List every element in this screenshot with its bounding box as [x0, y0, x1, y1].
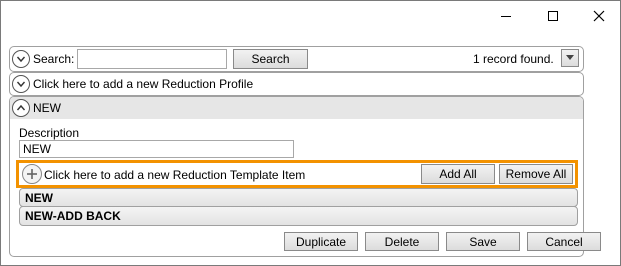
template-item-row[interactable]: NEW — [19, 188, 578, 207]
add-profile-toggle[interactable] — [12, 75, 30, 93]
add-all-button[interactable]: Add All — [421, 164, 495, 184]
chevron-up-icon — [16, 104, 26, 111]
save-button[interactable]: Save — [446, 232, 520, 251]
template-item-row[interactable]: NEW-ADD BACK — [19, 206, 578, 226]
options-dropdown-button[interactable] — [561, 49, 579, 67]
add-template-item-button[interactable] — [22, 164, 42, 184]
delete-button[interactable]: Delete — [365, 232, 439, 251]
minimize-icon — [501, 15, 511, 17]
description-label: Description — [19, 126, 80, 140]
close-window-button[interactable] — [576, 0, 621, 31]
profile-name: NEW — [33, 101, 61, 115]
search-label: Search: — [33, 52, 75, 66]
maximize-button[interactable] — [530, 0, 576, 31]
chevron-down-icon — [16, 56, 26, 63]
record-count: 1 record found. — [473, 52, 554, 66]
search-collapse-toggle[interactable] — [12, 50, 30, 68]
search-input[interactable] — [77, 49, 227, 69]
profile-collapse-toggle[interactable] — [12, 99, 30, 117]
duplicate-button[interactable]: Duplicate — [284, 232, 358, 251]
chevron-down-icon — [16, 81, 26, 88]
cancel-button[interactable]: Cancel — [527, 232, 601, 251]
caret-down-icon — [566, 55, 574, 60]
remove-all-button[interactable]: Remove All — [499, 164, 573, 184]
description-field[interactable] — [19, 140, 294, 158]
search-button[interactable]: Search — [233, 49, 308, 69]
close-icon — [593, 10, 605, 21]
minimize-button[interactable] — [483, 0, 529, 31]
maximize-icon — [548, 10, 558, 21]
add-template-item-label[interactable]: Click here to add a new Reduction Templa… — [44, 167, 305, 183]
add-profile-label[interactable]: Click here to add a new Reduction Profil… — [33, 76, 253, 92]
plus-icon — [27, 169, 37, 179]
profile-header — [10, 97, 583, 119]
